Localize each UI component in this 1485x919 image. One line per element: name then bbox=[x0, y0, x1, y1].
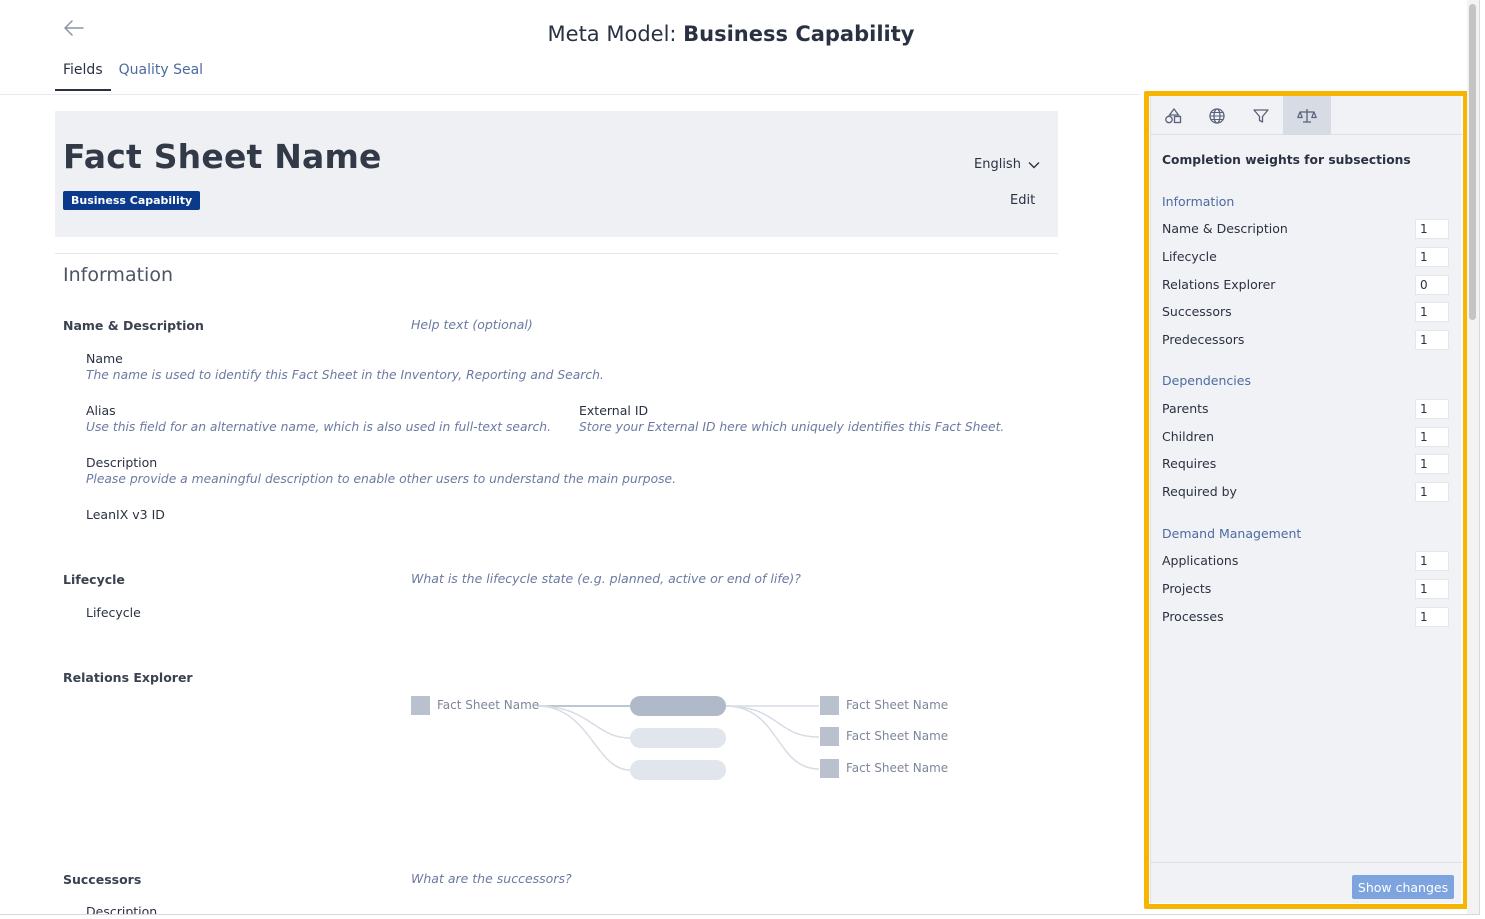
relations-explorer-preview: Fact Sheet Name Fact Sheet Name Fact She… bbox=[405, 690, 965, 790]
panel-tab-bar bbox=[1151, 96, 1462, 135]
language-select[interactable]: English bbox=[974, 157, 1040, 172]
weight-label: Relations Explorer bbox=[1162, 277, 1276, 292]
field-desc-name: The name is used to identify this Fact S… bbox=[86, 368, 604, 382]
settings-side-panel: Completion weights for subsections Infor… bbox=[1150, 96, 1462, 903]
field-label-alias: Alias bbox=[86, 403, 116, 418]
weight-input[interactable] bbox=[1415, 399, 1449, 419]
weight-label: Requires bbox=[1162, 456, 1217, 471]
app-window: Meta Model: Business Capability Fields Q… bbox=[0, 0, 1480, 915]
weight-input[interactable] bbox=[1415, 330, 1449, 350]
weight-input[interactable] bbox=[1415, 302, 1449, 322]
weight-label: Lifecycle bbox=[1162, 249, 1217, 264]
scale-icon bbox=[1297, 108, 1317, 123]
weight-label: Successors bbox=[1162, 304, 1232, 319]
panel-tab-shapes[interactable] bbox=[1151, 96, 1195, 135]
tab-quality-seal[interactable]: Quality Seal bbox=[111, 58, 211, 91]
panel-title: Completion weights for subsections bbox=[1162, 153, 1411, 167]
target-node-label: Fact Sheet Name bbox=[846, 698, 949, 712]
weight-input[interactable] bbox=[1415, 454, 1449, 474]
weight-label: Parents bbox=[1162, 401, 1209, 416]
fact-sheet-type-badge: Business Capability bbox=[63, 191, 201, 210]
subsection-title-name-description: Name & Description bbox=[63, 318, 204, 333]
panel-tab-globe[interactable] bbox=[1195, 96, 1239, 135]
weight-input[interactable] bbox=[1415, 551, 1449, 571]
panel-tab-filter[interactable] bbox=[1239, 96, 1283, 135]
weight-label: Processes bbox=[1162, 609, 1224, 624]
help-text-name-description[interactable]: Help text (optional) bbox=[411, 317, 533, 332]
scrollbar-thumb[interactable] bbox=[1469, 4, 1476, 320]
panel-footer-divider bbox=[1151, 862, 1462, 863]
weight-input[interactable] bbox=[1415, 219, 1449, 239]
source-node-square bbox=[411, 696, 430, 715]
weight-input[interactable] bbox=[1415, 427, 1449, 447]
show-changes-button[interactable]: Show changes bbox=[1352, 875, 1454, 899]
target-node-label: Fact Sheet Name bbox=[846, 729, 949, 743]
help-text-successors[interactable]: What are the successors? bbox=[411, 871, 572, 886]
panel-tab-completion-weights[interactable] bbox=[1283, 96, 1331, 135]
page-title: Meta Model: Business Capability bbox=[0, 22, 1462, 46]
weight-input[interactable] bbox=[1415, 607, 1449, 627]
weight-input[interactable] bbox=[1415, 482, 1449, 502]
source-node-label: Fact Sheet Name bbox=[437, 698, 540, 712]
field-label-name: Name bbox=[86, 351, 123, 366]
field-label-successors-description: Description bbox=[86, 904, 158, 915]
help-text-lifecycle[interactable]: What is the lifecycle state (e.g. planne… bbox=[411, 571, 801, 586]
weight-group-dependencies: Dependencies bbox=[1162, 373, 1251, 388]
tab-fields[interactable]: Fields bbox=[55, 58, 111, 91]
globe-icon bbox=[1209, 107, 1225, 124]
header-divider bbox=[0, 94, 1140, 95]
field-label-external-id: External ID bbox=[579, 403, 649, 418]
target-node-square bbox=[820, 727, 839, 746]
weight-input[interactable] bbox=[1415, 275, 1449, 295]
weight-input[interactable] bbox=[1415, 579, 1449, 599]
weight-label: Predecessors bbox=[1162, 332, 1245, 347]
subsection-title-lifecycle: Lifecycle bbox=[63, 572, 125, 587]
filter-icon bbox=[1253, 108, 1269, 123]
target-node-square bbox=[820, 696, 839, 715]
weight-label: Required by bbox=[1162, 484, 1237, 499]
field-desc-external-id: Store your External ID here which unique… bbox=[579, 420, 1005, 434]
weight-input[interactable] bbox=[1415, 247, 1449, 267]
weight-group-information: Information bbox=[1162, 194, 1235, 209]
fact-sheet-name: Fact Sheet Name bbox=[63, 137, 382, 176]
language-label: English bbox=[974, 157, 1021, 172]
page-title-prefix: Meta Model: bbox=[547, 22, 684, 46]
fact-sheet-header-card: Fact Sheet Name Business Capability Engl… bbox=[55, 111, 1058, 237]
section-divider bbox=[55, 253, 1058, 254]
tab-bar: Fields Quality Seal bbox=[55, 58, 211, 91]
weight-label: Projects bbox=[1162, 581, 1212, 596]
chevron-down-icon bbox=[1028, 161, 1040, 168]
weight-group-demand-management: Demand Management bbox=[1162, 526, 1302, 541]
weight-label: Name & Description bbox=[1162, 221, 1288, 236]
field-desc-alias: Use this field for an alternative name, … bbox=[86, 420, 551, 434]
target-node-label: Fact Sheet Name bbox=[846, 761, 949, 775]
vertical-scrollbar[interactable] bbox=[1467, 0, 1479, 914]
shapes-icon bbox=[1165, 107, 1182, 123]
edit-button[interactable]: Edit bbox=[1010, 193, 1035, 208]
page-title-name: Business Capability bbox=[683, 22, 915, 46]
subsection-title-relations-explorer: Relations Explorer bbox=[63, 670, 193, 685]
weight-label: Applications bbox=[1162, 553, 1239, 568]
field-label-leanix-id: LeanIX v3 ID bbox=[86, 507, 165, 522]
weight-label: Children bbox=[1162, 429, 1215, 444]
subsection-title-successors: Successors bbox=[63, 872, 142, 887]
field-label-description: Description bbox=[86, 455, 158, 470]
field-desc-description: Please provide a meaningful description … bbox=[86, 472, 677, 486]
field-label-lifecycle: Lifecycle bbox=[86, 605, 141, 620]
target-node-square bbox=[820, 759, 839, 778]
section-title-information: Information bbox=[63, 264, 173, 286]
